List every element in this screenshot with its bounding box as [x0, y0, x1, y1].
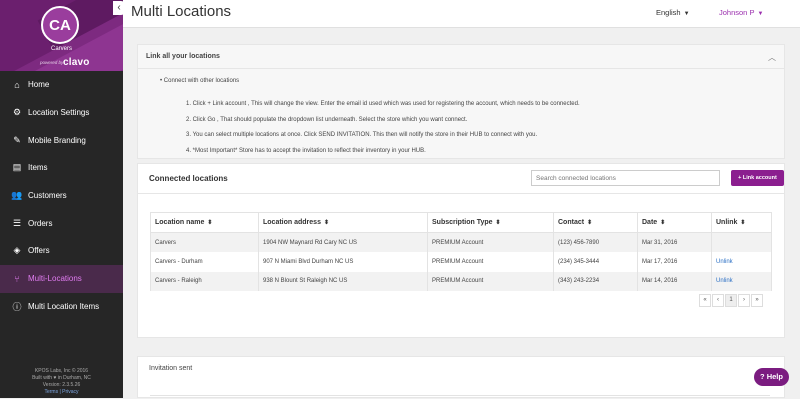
sidebar-item-offers[interactable]: ◈ Offers	[0, 237, 123, 265]
step-1: 1. Click + Link account , This will chan…	[186, 101, 580, 107]
connected-locations-panel: Connected locations + Link account Locat…	[137, 163, 785, 338]
sidebar-item-label: Home	[28, 80, 50, 90]
table-row: Carvers 1904 NW Maynard Rd Cary NC US PR…	[150, 232, 772, 252]
sidebar-item-location-settings[interactable]: ⚙ Location Settings	[0, 99, 123, 127]
pager-current[interactable]: 1	[725, 294, 737, 307]
pager-prev[interactable]: ‹	[712, 294, 724, 307]
page-title: Multi Locations	[131, 3, 232, 20]
top-bar: Multi Locations English ▼ Johnson P ▼	[123, 0, 800, 28]
sort-icon: ⬍	[495, 220, 501, 226]
divider	[138, 193, 784, 194]
info-bullet: • Connect with other locations	[160, 78, 240, 84]
version-text: Version: 2.3.5.26	[42, 382, 81, 388]
powered-by-text: powered by	[40, 60, 64, 65]
sidebar-item-label: Multi-Locations	[28, 274, 82, 284]
caret-down-icon: ▼	[757, 11, 764, 17]
sidebar-item-label: Customers	[28, 191, 67, 201]
connected-locations-title: Connected locations	[149, 174, 228, 183]
sidebar-item-mobile-branding[interactable]: ✎ Mobile Branding	[0, 126, 123, 154]
tag-icon: ◈	[13, 245, 21, 256]
sidebar-item-multi-locations[interactable]: ⑂ Multi-Locations	[0, 264, 123, 293]
sidebar-item-label: Mobile Branding	[28, 135, 86, 145]
main-content: Multi Locations English ▼ Johnson P ▼ Link…	[123, 0, 800, 398]
info-panel-title: Link all your locations	[146, 53, 220, 60]
language-label: English	[656, 8, 681, 17]
language-dropdown[interactable]: English ▼	[656, 8, 690, 17]
store-name: Carvers	[50, 46, 72, 52]
step-4: 4. *Most Important* Store has to accept …	[186, 147, 426, 154]
caret-down-icon: ▼	[683, 11, 690, 17]
help-button[interactable]: ? Help	[754, 368, 789, 386]
sort-icon: ⬍	[323, 220, 329, 226]
copyright-text: KPOS Labs, Inc © 2016	[34, 368, 89, 374]
sort-icon: ⬍	[207, 220, 213, 226]
unlink-link[interactable]: Unlink	[711, 252, 772, 272]
column-header[interactable]: Contact ⬍	[553, 212, 638, 233]
table-row: Carvers - Raleigh 938 N Blount St Raleig…	[150, 271, 772, 291]
search-input[interactable]	[531, 170, 720, 186]
list-icon: ☰	[12, 217, 22, 228]
chevron-up-icon[interactable]: ︿	[768, 52, 776, 63]
step-2: 2. Click Go , That should populate the d…	[186, 116, 468, 123]
branch-icon: ⑂	[14, 273, 20, 284]
sidebar-item-items[interactable]: ▤ Items	[0, 154, 123, 182]
gear-icon: ⚙	[12, 107, 22, 118]
info-panel-header[interactable]: Link all your locations ︿	[138, 45, 784, 69]
sort-icon: ⬍	[587, 220, 593, 226]
home-icon: ⌂	[14, 79, 20, 90]
brush-icon: ✎	[13, 134, 21, 145]
user-menu[interactable]: Johnson P ▼	[719, 8, 763, 17]
sidebar-item-home[interactable]: ⌂ Home	[0, 71, 123, 99]
sidebar-item-label: Orders	[28, 218, 53, 228]
sidebar-item-label: Items	[28, 163, 48, 173]
clavo-logo: clavo	[63, 57, 90, 68]
info-icon: ⓘ	[12, 301, 22, 312]
locations-table: Location name ⬍ Location address ⬍ Subscri…	[150, 212, 772, 291]
sidebar-item-orders[interactable]: ☰ Orders	[0, 209, 123, 237]
brand-header: CA Carvers powered by clavo	[0, 0, 123, 71]
pager-next[interactable]: ›	[738, 294, 750, 307]
sort-icon: ⬍	[740, 220, 746, 226]
info-panel: Link all your locations ︿ • Connect with…	[137, 44, 785, 159]
sidebar-item-multi-location-items[interactable]: ⓘ Multi Location Items	[0, 293, 123, 321]
sidebar-nav: ⌂ Home ⚙ Location Settings ✎ Mobile Bran…	[0, 71, 123, 320]
pagination: « ‹ 1 › »	[698, 294, 763, 307]
column-header[interactable]: Location name ⬍	[150, 212, 259, 233]
link-account-button[interactable]: + Link account	[731, 170, 784, 186]
footer-links[interactable]: Terms | Privacy	[0, 389, 123, 396]
sidebar-item-label: Multi Location Items	[28, 301, 100, 311]
users-icon: 👥	[11, 190, 23, 201]
instruction-steps: 1. Click + Link account , This will chan…	[186, 97, 580, 159]
items-icon: ▤	[12, 162, 22, 173]
avatar[interactable]: CA	[41, 6, 79, 44]
table-row: Carvers - Durham 907 N Miami Blvd Durham…	[150, 252, 772, 272]
sidebar: CA Carvers powered by clavo ‹ ⌂ Home ⚙ L…	[0, 0, 125, 398]
built-with-text: Built with ♥ in Durham, NC	[32, 375, 91, 381]
sidebar-item-label: Offers	[28, 246, 50, 256]
column-header[interactable]: Subscription Type ⬍	[427, 212, 554, 233]
user-name: Johnson P	[719, 8, 755, 17]
unlink-link[interactable]: Unlink	[711, 271, 772, 291]
sidebar-item-customers[interactable]: 👥 Customers	[0, 182, 123, 210]
column-header[interactable]: Unlink ⬍	[711, 212, 772, 233]
invitation-sent-panel: Invitation sent	[137, 356, 785, 398]
column-header[interactable]: Date ⬍	[637, 212, 712, 233]
pager-last[interactable]: »	[751, 294, 763, 307]
column-header[interactable]: Location address ⬍	[258, 212, 428, 233]
invitation-sent-title: Invitation sent	[149, 365, 193, 372]
divider	[150, 395, 770, 399]
pager-first[interactable]: «	[699, 294, 711, 307]
sort-icon: ⬍	[660, 220, 666, 226]
sidebar-item-label: Location Settings	[28, 108, 90, 118]
sidebar-footer: KPOS Labs, Inc © 2016 Built with ♥ in Du…	[0, 368, 123, 398]
step-3: 3. You can select multiple locations at …	[186, 132, 538, 138]
